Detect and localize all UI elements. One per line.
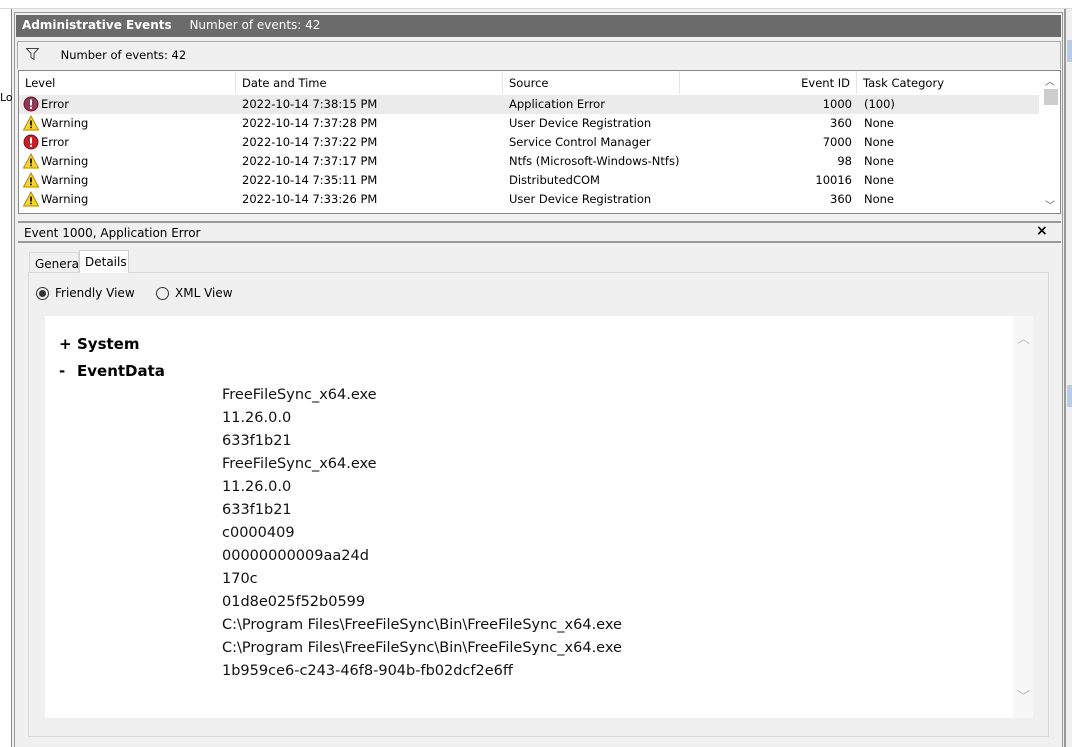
table-row[interactable]: Warning 2022-10-14 7:37:28 PM User Device …	[19, 114, 1039, 133]
filter-count: Number of events: 42	[60, 48, 187, 62]
left-navigation-pane[interactable]	[0, 9, 12, 747]
column-header-level[interactable]: Level	[19, 71, 236, 94]
system-node[interactable]: + System	[59, 335, 139, 353]
event-id-cell: 98	[837, 154, 852, 168]
event-data-value: c0000409	[222, 525, 295, 541]
warning-icon	[23, 115, 39, 131]
column-header-task-category[interactable]: Task Category	[857, 71, 1039, 94]
right-actions-pane[interactable]	[1064, 9, 1072, 747]
event-data-value: 633f1b21	[222, 433, 292, 449]
task-category-cell: None	[864, 154, 895, 168]
event-data-value: 11.26.0.0	[222, 479, 292, 495]
scroll-down-icon[interactable]: ﹀	[1017, 686, 1030, 705]
expand-toggle[interactable]: +	[59, 335, 77, 353]
xml-view-radio[interactable]: XML View	[156, 286, 233, 300]
right-pane-selection[interactable]	[1067, 40, 1072, 62]
event-data-value: 170c	[222, 571, 258, 587]
level-cell: Warning	[41, 173, 89, 187]
datetime-cell: 2022-10-14 7:37:17 PM	[242, 154, 378, 168]
event-data-value: C:\Program Files\FreeFileSync\Bin\FreeFi…	[222, 640, 622, 656]
right-pane-selection[interactable]	[1067, 385, 1072, 407]
source-cell: Application Error	[509, 97, 605, 111]
warning-icon	[23, 153, 39, 169]
view-title: Administrative Events	[22, 18, 172, 32]
scroll-up-icon[interactable]: ︿	[1045, 73, 1055, 88]
event-data-value: 00000000009aa24d	[222, 548, 369, 564]
table-row[interactable]: Warning 2022-10-14 7:37:17 PM Ntfs (Micros…	[19, 152, 1039, 171]
eventdata-label: EventData	[77, 362, 165, 380]
level-cell: Warning	[41, 192, 89, 206]
level-cell: Error	[41, 97, 70, 111]
top-strip	[0, 0, 1072, 9]
system-label: System	[77, 335, 140, 353]
warning-icon	[23, 191, 39, 207]
tab-general[interactable]: General	[29, 252, 82, 273]
event-data-value: 01d8e025f52b0599	[222, 594, 366, 610]
table-row[interactable]: Warning 2022-10-14 7:33:26 PM User Device …	[19, 190, 1039, 209]
task-category-cell: None	[864, 192, 895, 206]
column-header-event-id[interactable]: Event ID	[680, 71, 857, 94]
xml-view-label: XML View	[175, 286, 233, 300]
datetime-cell: 2022-10-14 7:37:22 PM	[242, 135, 378, 149]
left-pane-partial-text: Lo	[0, 91, 13, 104]
datetime-cell: 2022-10-14 7:35:11 PM	[242, 173, 378, 187]
filter-icon[interactable]	[25, 48, 40, 61]
table-scrollbar[interactable]: ︿ ﹀	[1042, 71, 1060, 213]
event-id-cell: 1000	[822, 97, 852, 111]
scroll-up-icon[interactable]: ︿	[1017, 328, 1030, 347]
error-icon	[23, 134, 39, 150]
event-data-value: 1b959ce6-c243-46f8-904b-fb02dcf2e6ff	[222, 663, 513, 679]
view-header: Administrative Events Number of events: …	[16, 15, 1061, 37]
column-header-source[interactable]: Source	[503, 71, 680, 94]
source-cell: DistributedCOM	[509, 173, 600, 187]
event-data-value: C:\Program Files\FreeFileSync\Bin\FreeFi…	[222, 617, 622, 633]
event-id-cell: 360	[830, 192, 852, 206]
table-row[interactable]: Error 2022-10-14 7:37:22 PM Service Contro…	[19, 133, 1039, 152]
source-cell: User Device Registration	[509, 116, 652, 130]
event-detail-title: Event 1000, Application Error	[18, 221, 1061, 243]
source-cell: User Device Registration	[509, 192, 652, 206]
event-data-view	[45, 316, 1033, 718]
events-table: Level Date and Time Source Event ID Task…	[18, 70, 1061, 214]
task-category-cell: None	[864, 135, 895, 149]
friendly-view-radio[interactable]: Friendly View	[36, 286, 135, 300]
eventdata-node[interactable]: - EventData	[59, 362, 165, 380]
warning-icon	[23, 172, 39, 188]
event-id-cell: 360	[830, 116, 852, 130]
close-icon[interactable]: ×	[1036, 223, 1048, 239]
table-row[interactable]: Warning 2022-10-14 7:35:11 PM DistributedC…	[19, 171, 1039, 190]
event-id-cell: 7000	[822, 135, 852, 149]
collapse-toggle[interactable]: -	[59, 362, 77, 380]
event-data-value: 633f1b21	[222, 502, 292, 518]
column-header-date-time[interactable]: Date and Time	[236, 71, 503, 94]
source-cell: Service Control Manager	[509, 135, 651, 149]
task-category-cell: None	[864, 116, 895, 130]
event-id-cell: 10016	[815, 173, 852, 187]
tab-details[interactable]: Details	[79, 250, 129, 273]
task-category-cell: None	[864, 173, 895, 187]
datetime-cell: 2022-10-14 7:37:28 PM	[242, 116, 378, 130]
source-cell: Ntfs (Microsoft-Windows-Ntfs)	[509, 154, 680, 168]
scrollbar-thumb[interactable]	[1044, 89, 1058, 105]
event-data-value: FreeFileSync_x64.exe	[222, 456, 377, 472]
friendly-view-label: Friendly View	[55, 286, 135, 300]
level-cell: Warning	[41, 116, 89, 130]
scroll-down-icon[interactable]: ﹀	[1045, 197, 1055, 212]
error-icon	[23, 96, 39, 112]
details-scrollbar[interactable]: ︿ ﹀	[1013, 316, 1033, 718]
view-event-count: Number of events: 42	[189, 18, 321, 32]
datetime-cell: 2022-10-14 7:33:26 PM	[242, 192, 378, 206]
datetime-cell: 2022-10-14 7:38:15 PM	[242, 97, 378, 111]
filter-bar: Number of events: 42	[17, 41, 1061, 69]
table-row[interactable]: Error 2022-10-14 7:38:15 PM Application Er…	[19, 95, 1039, 114]
task-category-cell: (100)	[864, 97, 895, 111]
radio-selected-icon[interactable]	[36, 286, 49, 300]
radio-unselected-icon[interactable]	[156, 286, 169, 300]
event-data-value: 11.26.0.0	[222, 410, 292, 426]
level-cell: Error	[41, 135, 70, 149]
level-cell: Warning	[41, 154, 89, 168]
event-data-value: FreeFileSync_x64.exe	[222, 387, 377, 403]
